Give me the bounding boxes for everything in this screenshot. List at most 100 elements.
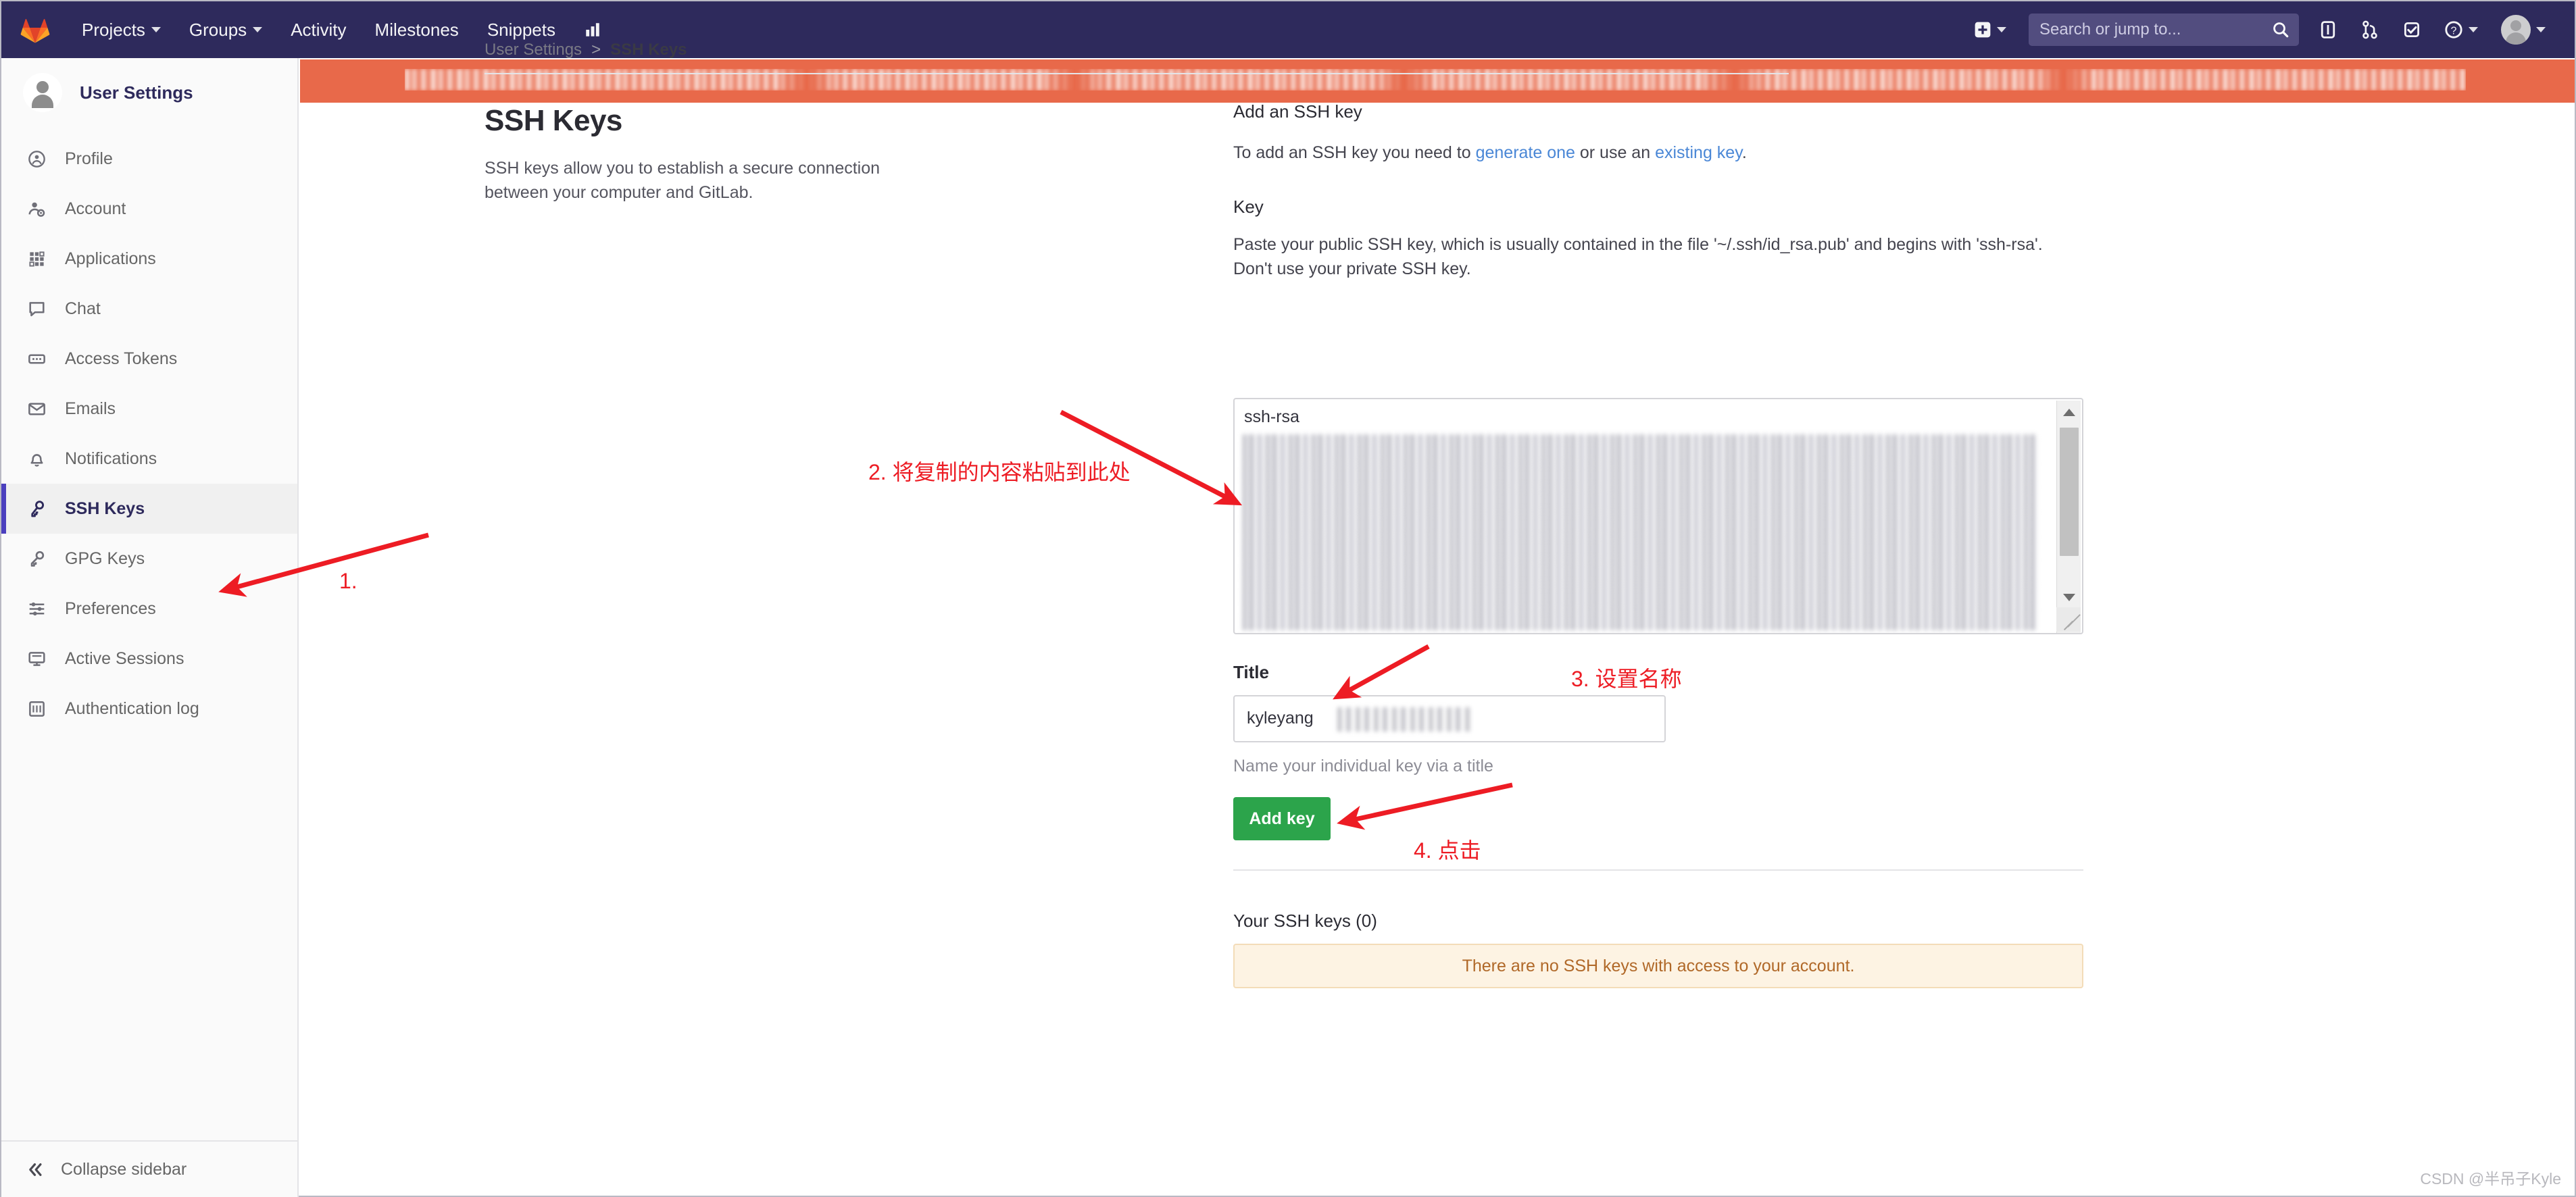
title-input-value: kyleyang (1247, 709, 1314, 728)
ssh-key-textarea-value: ssh-rsa (1244, 407, 1299, 426)
user-menu-button[interactable] (2490, 15, 2557, 45)
nav-link-label: Snippets (487, 19, 555, 40)
add-key-button[interactable]: Add key (1233, 797, 1331, 840)
nav-link-groups[interactable]: Groups (175, 20, 276, 41)
svg-text:?: ? (2451, 25, 2457, 36)
title-field-label: Title (1233, 662, 1269, 682)
add-key-section-title: Add an SSH key (1233, 101, 1362, 122)
sidebar-item-profile[interactable]: Profile (1, 134, 297, 184)
sidebar-item-label: Applications (65, 249, 156, 268)
keys-section-divider (1233, 869, 2083, 871)
nav-link-label: Milestones (374, 19, 459, 40)
sidebar-item-label: SSH Keys (65, 499, 145, 518)
navbar-links: Projects Groups Activity Milestones Snip… (68, 20, 616, 41)
help-button[interactable]: ? (2433, 20, 2490, 39)
textarea-scrollbar[interactable] (2056, 401, 2081, 633)
chevron-down-icon (2469, 27, 2478, 32)
search-icon (2272, 21, 2289, 42)
annotation-step-4: 4. 点击 (1414, 838, 1481, 863)
sidebar-item-label: Notifications (65, 449, 157, 468)
sidebar-item-authentication-log[interactable]: Authentication log (1, 684, 297, 734)
textarea-resize-handle[interactable] (2056, 607, 2081, 632)
sidebar-item-ssh-keys[interactable]: SSH Keys (1, 484, 297, 534)
scrollbar-down-arrow-icon[interactable] (2057, 586, 2081, 609)
sidebar-item-preferences[interactable]: Preferences (1, 584, 297, 634)
monitor-icon (27, 649, 46, 668)
chevron-down-icon (2536, 27, 2546, 32)
user-avatar-large-icon (23, 73, 62, 112)
sidebar-item-chat[interactable]: Chat (1, 284, 297, 334)
sidebar-item-applications[interactable]: Applications (1, 234, 297, 284)
sidebar-item-account[interactable]: Account (1, 184, 297, 234)
annotation-step-1: 1. (339, 569, 357, 593)
search-input[interactable]: Search or jump to... (2029, 14, 2299, 46)
todos-button[interactable] (2391, 20, 2433, 39)
sidebar-item-label: Emails (65, 399, 116, 418)
nav-link-snippets[interactable]: Snippets (473, 20, 570, 41)
sidebar-item-active-sessions[interactable]: Active Sessions (1, 634, 297, 684)
top-navbar: Projects Groups Activity Milestones Snip… (1, 1, 2575, 58)
sidebar-nav-list: Profile Account Applications Chat Access… (1, 134, 297, 734)
watermark: CSDN @半吊子Kyle (2420, 1170, 2561, 1188)
page-title: SSH Keys (485, 104, 622, 137)
intro-middle: or use an (1575, 143, 1656, 162)
key-field-label: Key (1233, 196, 1264, 217)
gitlab-ssh-keys-page: Projects Groups Activity Milestones Snip… (0, 0, 2576, 1197)
issues-button[interactable] (2307, 20, 2349, 39)
key-icon (27, 499, 46, 518)
sidebar-item-gpg-keys[interactable]: GPG Keys (1, 534, 297, 584)
your-ssh-keys-heading: Your SSH keys (0) (1233, 911, 1377, 931)
title-input[interactable]: kyleyang (1233, 695, 1666, 742)
add-key-intro: To add an SSH key you need to generate o… (1233, 141, 2083, 165)
chevron-down-icon (1997, 27, 2006, 32)
sidebar-item-emails[interactable]: Emails (1, 384, 297, 434)
scrollbar-thumb[interactable] (2060, 428, 2079, 556)
broadcast-banner (300, 59, 2575, 103)
bell-icon (27, 449, 46, 468)
left-description-panel: SSH Keys SSH keys allow you to establish… (485, 104, 903, 205)
chat-bubble-icon (27, 299, 46, 318)
profile-circle-icon (27, 149, 46, 168)
sidebar-item-label: GPG Keys (65, 549, 145, 568)
nav-link-label: Activity (291, 19, 347, 40)
merge-requests-button[interactable] (2349, 20, 2391, 39)
plus-square-icon (1975, 22, 1991, 38)
intro-suffix: . (1741, 143, 1747, 162)
sidebar-item-label: Account (65, 199, 126, 218)
header-divider (485, 73, 1789, 74)
sidebar-item-label: Access Tokens (65, 349, 178, 368)
sidebar-item-label: Preferences (65, 598, 156, 618)
breadcrumb-current: SSH Keys (610, 41, 687, 59)
help-icon: ? (2445, 21, 2462, 39)
annotation-step-3: 3. 设置名称 (1571, 667, 1682, 691)
sidebar-header: User Settings (1, 58, 297, 127)
chart-bar-icon (586, 23, 599, 36)
title-field-help: Name your individual key via a title (1233, 757, 1493, 775)
ssh-key-textarea[interactable]: ssh-rsa (1233, 398, 2083, 634)
nav-link-label: Projects (82, 19, 145, 40)
generate-one-link[interactable]: generate one (1476, 143, 1575, 162)
intro-prefix: To add an SSH key you need to (1233, 143, 1476, 162)
issues-icon (2321, 21, 2335, 39)
log-grid-icon (27, 699, 46, 718)
ssh-key-redacted-content (1243, 434, 2037, 630)
account-gear-icon (27, 199, 46, 218)
merge-requests-icon (2362, 20, 2377, 39)
settings-sidebar: User Settings Profile Account Applicatio… (1, 58, 299, 1197)
avatar (2501, 15, 2531, 45)
collapse-sidebar-button[interactable]: Collapse sidebar (1, 1140, 297, 1197)
nav-link-activity[interactable]: Activity (276, 20, 360, 41)
chevron-down-icon (253, 27, 263, 32)
nav-link-projects[interactable]: Projects (68, 20, 175, 41)
scrollbar-up-arrow-icon[interactable] (2057, 401, 2081, 424)
breadcrumb-root[interactable]: User Settings (485, 41, 582, 59)
new-item-button[interactable] (1962, 21, 2018, 39)
existing-key-link[interactable]: existing key (1655, 143, 1742, 162)
sidebar-item-notifications[interactable]: Notifications (1, 434, 297, 484)
nav-link-milestones[interactable]: Milestones (361, 20, 473, 41)
nav-link-analytics[interactable] (570, 21, 616, 39)
arrow-to-add-key-button (1337, 782, 1513, 830)
sidebar-item-access-tokens[interactable]: Access Tokens (1, 334, 297, 384)
banner-redacted-text (405, 69, 2466, 91)
gitlab-tanuki-logo-icon[interactable] (20, 15, 50, 45)
